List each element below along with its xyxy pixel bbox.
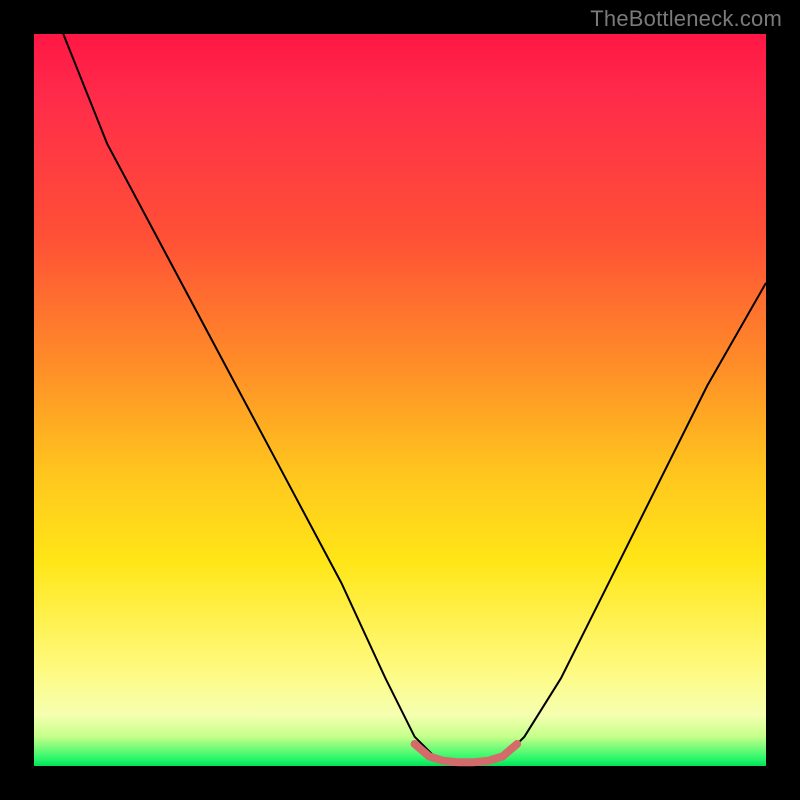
flat-bottom-marker: [415, 744, 517, 762]
chart-svg: [34, 34, 766, 766]
watermark-text: TheBottleneck.com: [590, 6, 782, 32]
plot-area: [34, 34, 766, 766]
bottleneck-curve: [63, 34, 766, 762]
chart-frame: TheBottleneck.com: [0, 0, 800, 800]
